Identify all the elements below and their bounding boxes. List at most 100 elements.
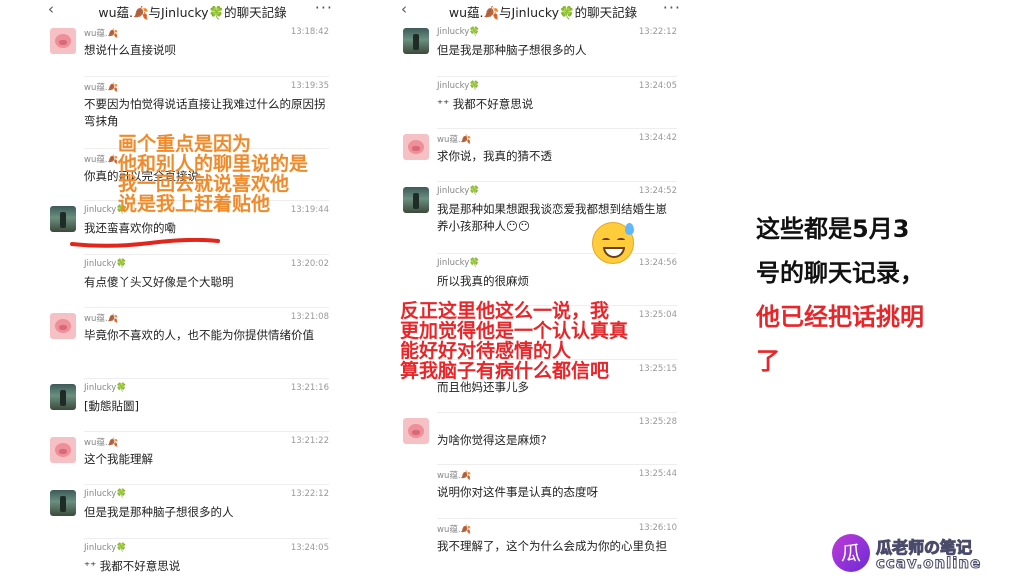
sender-name: Jinlucky🍀 [84,259,127,269]
watermark: 瓜 瓜老师の笔记 ccav.online [832,532,1022,574]
message-divider [84,378,329,379]
message-text: 不要因为怕觉得说话直接让我难过什么的原因拐弯抹角 [84,97,326,128]
photo-avatar-icon[interactable] [50,384,76,410]
message-text: 说明你对这件事是认真的态度呀 [437,485,598,499]
sender-name: wu蕴.🍂 [84,83,119,93]
message-divider [437,76,677,77]
sender-name: Jinlucky🍀 [437,27,480,37]
chat-history-panel-right: ‹ wu蕴.🍂与Jinlucky🍀的聊天記錄 ··· Jinlucky🍀 13:2… [393,0,693,576]
message-divider [437,128,677,129]
sender-name: wu蕴.🍂 [84,155,119,165]
chat-message[interactable]: wu蕴.🍂 13:19:35 不要因为怕觉得说话直接让我难过什么的原因拐弯抹角 [40,76,345,132]
annotation-red: 反正这里他这么一说，我 更加觉得他是一个认认真真 能好好对待感情的人 算我脑子有… [400,300,629,383]
message-timestamp: 13:19:35 [290,81,329,91]
sender-name: Jinlucky🍀 [84,543,127,553]
chat-message[interactable]: Jinlucky🍀 13:20:02 有点傻丫头又好像是个大聪明 [40,254,345,310]
screenshot-composite: ‹ wu蕴.🍂与Jinlucky🍀的聊天記錄 ··· wu蕴.🍂 13:18:42… [0,0,1024,576]
message-timestamp: 13:25:28 [638,417,677,427]
pig-avatar-icon[interactable] [403,418,429,444]
message-timestamp: 13:22:12 [638,27,677,37]
message-timestamp: 13:24:05 [290,543,329,553]
chat-message[interactable]: Jinlucky🍀 13:21:16 [動態貼圖] [40,378,345,434]
pig-avatar-icon[interactable] [403,134,429,160]
chat-title: wu蕴.🍂与Jinlucky🍀的聊天記錄 [98,4,287,20]
chat-header: ‹ wu蕴.🍂与Jinlucky🍀的聊天記錄 ··· [40,0,345,22]
chat-message[interactable]: wu蕴.🍂 13:25:44 说明你对这件事是认真的态度呀 [393,464,693,520]
side-note-line: 这些都是5月3 [756,215,910,243]
pig-avatar-icon[interactable] [50,28,76,54]
message-text: [動態貼圖] [84,399,139,413]
pig-avatar-icon[interactable] [50,313,76,339]
sweat-smile-emoji-icon [592,222,634,264]
watermark-logo-icon: 瓜 [832,534,870,572]
sender-name: wu蕴.🍂 [437,525,472,535]
chat-message[interactable]: Jinlucky🍀 13:24:05 ⁺⁺ 我都不好意思说 [393,76,693,132]
sender-name: wu蕴.🍂 [84,438,119,448]
message-text: ⁺⁺ 我都不好意思说 [84,559,181,573]
chat-message[interactable]: Jinlucky🍀 13:22:12 但是我是那种脑子想很多的人 [393,27,693,78]
message-timestamp: 13:24:05 [638,81,677,91]
message-divider [437,464,677,465]
chat-title: wu蕴.🍂与Jinlucky🍀的聊天記錄 [448,4,638,20]
watermark-url: ccav.online [875,554,982,573]
side-note: 这些都是5月3 号的聊天记录， 他已经把话挑明 了 [756,207,996,383]
chat-header: ‹ wu蕴.🍂与Jinlucky🍀的聊天記錄 ··· [393,0,693,22]
chat-message[interactable]: Jinlucky🍀 13:24:52 我是那种如果想跟我谈恋爱我都想到结婚生崽养小孩… [393,181,693,237]
more-options-icon[interactable]: ··· [663,0,681,17]
sender-name: Jinlucky🍀 [437,186,480,196]
message-text: 有点傻丫头又好像是个大聪明 [84,275,234,289]
sender-name: Jinlucky🍀 [437,258,480,268]
sender-name: wu蕴.🍂 [437,471,472,481]
message-timestamp: 13:22:12 [290,489,329,499]
chat-message[interactable]: wu蕴.🍂 13:21:08 毕竟你不喜欢的人，也不能为你提供情绪价值 [40,307,345,363]
message-timestamp: 13:21:08 [290,312,329,322]
sender-name: Jinlucky🍀 [84,383,127,393]
message-text: ⁺⁺ 我都不好意思说 [437,97,534,111]
message-timestamp: 13:24:56 [638,258,677,268]
pig-avatar-icon[interactable] [50,437,76,463]
message-divider [84,307,329,308]
message-divider [437,412,677,413]
back-arrow-icon[interactable]: ‹ [401,0,407,18]
chat-message[interactable]: Jinlucky🍀 13:22:12 但是我是那种脑子想很多的人 [40,484,345,540]
message-divider [84,431,329,432]
sender-name: wu蕴.🍂 [84,314,119,324]
photo-avatar-icon[interactable] [50,490,76,516]
message-text: 这个我能理解 [84,452,153,466]
back-arrow-icon[interactable]: ‹ [48,0,54,18]
message-timestamp: 13:25:44 [638,469,677,479]
side-note-line: 号的聊天记录， [756,259,924,287]
message-divider [84,254,329,255]
message-divider [437,253,677,254]
message-timestamp: 13:21:22 [290,436,329,446]
photo-avatar-icon[interactable] [403,28,429,54]
message-text: 但是我是那种脑子想很多的人 [84,505,234,519]
red-underline-stroke [70,238,220,248]
sender-name: Jinlucky🍀 [437,81,480,91]
photo-avatar-icon[interactable] [50,206,76,232]
chat-message[interactable]: wu蕴.🍂 13:21:22 这个我能理解 [40,431,345,487]
message-text: 我不理解了，这个为什么会成为你的心里负担 [437,539,667,553]
message-timestamp: 13:26:10 [638,523,677,533]
annotation-orange: 画个重点是因为 他和别人的聊里说的是 我一回去就说喜欢他 说是我上赶着贴他 [118,133,309,216]
more-options-icon[interactable]: ··· [315,0,333,17]
photo-avatar-icon[interactable] [403,187,429,213]
chat-message[interactable]: wu蕴.🍂 13:18:42 想说什么直接说呗 [40,27,345,78]
message-divider [84,76,329,77]
sender-name: Jinlucky🍀 [84,489,127,499]
message-text: 想说什么直接说呗 [84,43,176,57]
message-text: 求你说，我真的猜不透 [437,149,552,163]
message-divider [84,484,329,485]
chat-message[interactable]: Jinlucky🍀 13:24:05 ⁺⁺ 我都不好意思说 [40,538,345,576]
chat-message[interactable]: wu蕴.🍂 13:26:10 我不理解了，这个为什么会成为你的心里负担 [393,518,693,574]
side-note-line-highlight: 了 [756,347,780,375]
message-timestamp: 13:18:42 [290,27,329,37]
chat-message[interactable]: 13:25:28 为啥你觉得这是麻烦? [393,412,693,468]
message-divider [437,181,677,182]
message-divider [437,518,677,519]
chat-message[interactable]: wu蕴.🍂 13:24:42 求你说，我真的猜不透 [393,128,693,184]
message-text: 我还蛮喜欢你的嘞 [84,221,176,235]
sender-name: wu蕴.🍂 [84,29,119,39]
message-text: 我是那种如果想跟我谈恋爱我都想到结婚生崽养小孩那种人😶😶 [437,202,667,233]
sender-name: wu蕴.🍂 [437,135,472,145]
